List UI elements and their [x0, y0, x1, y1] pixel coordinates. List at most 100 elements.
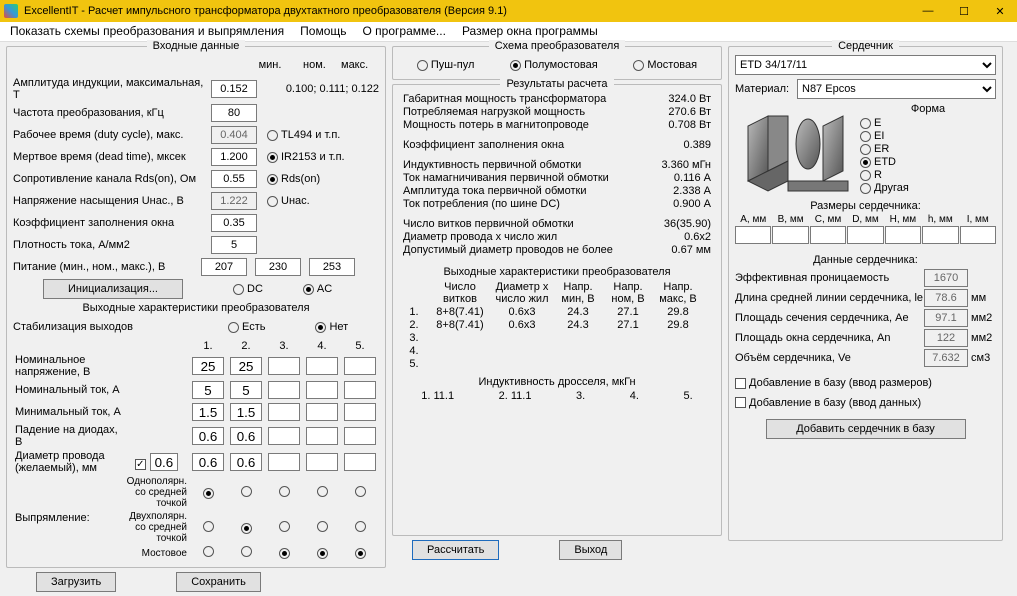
init-button[interactable]: Инициализация...	[43, 279, 183, 299]
radio-rect-br-1[interactable]	[203, 546, 214, 557]
menu-about[interactable]: О программе...	[363, 24, 446, 39]
table-row: Номинальный ток, А	[13, 379, 379, 401]
radio-ac[interactable]: AC	[303, 283, 332, 295]
add-core-button[interactable]: Добавить сердечник в базу	[766, 419, 966, 439]
dim-input[interactable]	[922, 226, 958, 244]
core-data-row: Площадь сечения сердечника, Aeмм2	[735, 309, 996, 327]
ind-value: 4.	[630, 390, 639, 402]
input-diod-1[interactable]	[192, 427, 224, 445]
radio-half-bridge[interactable]: Полумостовая	[510, 59, 598, 71]
radio-rect-uni-2[interactable]	[241, 486, 252, 497]
radio-rect-bi-5[interactable]	[355, 521, 366, 532]
input-inom-2[interactable]	[230, 381, 262, 399]
input-diod-4[interactable]	[306, 427, 338, 445]
radio-rect-br-3[interactable]	[279, 548, 290, 559]
input-power-nom[interactable]	[255, 258, 301, 276]
input-wire-4[interactable]	[306, 453, 338, 471]
input-power-max[interactable]	[309, 258, 355, 276]
check-wire[interactable]	[135, 459, 146, 470]
dim-input[interactable]	[847, 226, 883, 244]
input-diod-2[interactable]	[230, 427, 262, 445]
radio-rect-uni-4[interactable]	[317, 486, 328, 497]
radio-rdson[interactable]: Rds(on)	[267, 173, 320, 185]
input-inom-3[interactable]	[268, 381, 300, 399]
input-imin-4[interactable]	[306, 403, 338, 421]
radio-form-другая[interactable]: Другая	[860, 182, 996, 194]
input-wire-3[interactable]	[268, 453, 300, 471]
radio-form-ei[interactable]: EI	[860, 130, 996, 142]
input-kfill[interactable]	[211, 214, 257, 232]
radio-form-r[interactable]: R	[860, 169, 996, 181]
radio-ir2153[interactable]: IR2153 и т.п.	[267, 151, 345, 163]
radio-stab-yes[interactable]: Есть	[228, 321, 265, 333]
save-button[interactable]: Сохранить	[176, 572, 261, 592]
radio-rect-bi-1[interactable]	[203, 521, 214, 532]
input-wire-5[interactable]	[344, 453, 376, 471]
input-group-title: Входные данные	[147, 40, 246, 52]
table-row: Минимальный ток, А	[13, 401, 379, 423]
label-kfill: Коэффициент заполнения окна	[13, 217, 211, 229]
calculate-button[interactable]: Рассчитать	[412, 540, 499, 560]
input-rds[interactable]	[211, 170, 257, 188]
input-amp[interactable]	[211, 80, 257, 98]
radio-full-bridge[interactable]: Мостовая	[633, 59, 697, 71]
exit-button[interactable]: Выход	[559, 540, 622, 560]
input-wire-base[interactable]	[150, 453, 178, 471]
input-inom-5[interactable]	[344, 381, 376, 399]
input-diod-5[interactable]	[344, 427, 376, 445]
select-material[interactable]: N87 Epcos	[797, 79, 996, 99]
input-wire-1[interactable]	[192, 453, 224, 471]
radio-form-er[interactable]: ER	[860, 143, 996, 155]
input-inom-1[interactable]	[192, 381, 224, 399]
close-button[interactable]: ✕	[993, 5, 1007, 18]
input-imin-3[interactable]	[268, 403, 300, 421]
menu-window-size[interactable]: Размер окна программы	[462, 24, 598, 39]
radio-rect-uni-5[interactable]	[355, 486, 366, 497]
maximize-button[interactable]: ☐	[957, 5, 971, 18]
radio-rect-bi-3[interactable]	[279, 521, 290, 532]
dim-input[interactable]	[960, 226, 996, 244]
radio-form-e[interactable]: E	[860, 117, 996, 129]
input-imin-1[interactable]	[192, 403, 224, 421]
radio-rect-br-2[interactable]	[241, 546, 252, 557]
check-add-data[interactable]: Добавление в базу (ввод данных)	[735, 397, 921, 409]
minimize-button[interactable]: —	[921, 5, 935, 18]
radio-stab-no[interactable]: Нет	[315, 321, 348, 333]
radio-rect-uni-3[interactable]	[279, 486, 290, 497]
check-add-dims[interactable]: Добавление в базу (ввод размеров)	[735, 377, 932, 389]
select-core-name[interactable]: ETD 34/17/11	[735, 55, 996, 75]
input-inom-4[interactable]	[306, 381, 338, 399]
menu-help[interactable]: Помощь	[300, 24, 346, 39]
input-vnom-5[interactable]	[344, 357, 376, 375]
input-diod-3[interactable]	[268, 427, 300, 445]
input-imin-5[interactable]	[344, 403, 376, 421]
input-dead[interactable]	[211, 148, 257, 166]
dim-input[interactable]	[810, 226, 846, 244]
radio-rect-uni-1[interactable]	[203, 488, 214, 499]
result-label: Мощность потерь в магнитопроводе	[403, 119, 589, 131]
input-freq[interactable]	[211, 104, 257, 122]
input-vnom-1[interactable]	[192, 357, 224, 375]
input-jdens[interactable]	[211, 236, 257, 254]
input-vnom-2[interactable]	[230, 357, 262, 375]
radio-push-pull[interactable]: Пуш-пул	[417, 59, 475, 71]
radio-rect-bi-2[interactable]	[241, 523, 252, 534]
menu-schemes[interactable]: Показать схемы преобразования и выпрямле…	[10, 24, 284, 39]
radio-rect-br-4[interactable]	[317, 548, 328, 559]
radio-rect-br-5[interactable]	[355, 548, 366, 559]
radio-rect-bi-4[interactable]	[317, 521, 328, 532]
dim-input[interactable]	[885, 226, 921, 244]
radio-tl494[interactable]: TL494 и т.п.	[267, 129, 340, 141]
radio-dc[interactable]: DC	[233, 283, 263, 295]
input-imin-2[interactable]	[230, 403, 262, 421]
input-power-min[interactable]	[201, 258, 247, 276]
dim-input[interactable]	[735, 226, 771, 244]
input-wire-2[interactable]	[230, 453, 262, 471]
dim-input[interactable]	[772, 226, 808, 244]
ind-value: 5.	[683, 390, 692, 402]
radio-form-etd[interactable]: ETD	[860, 156, 996, 168]
radio-usat[interactable]: Uнас.	[267, 195, 310, 207]
load-button[interactable]: Загрузить	[36, 572, 116, 592]
input-vnom-3[interactable]	[268, 357, 300, 375]
input-vnom-4[interactable]	[306, 357, 338, 375]
